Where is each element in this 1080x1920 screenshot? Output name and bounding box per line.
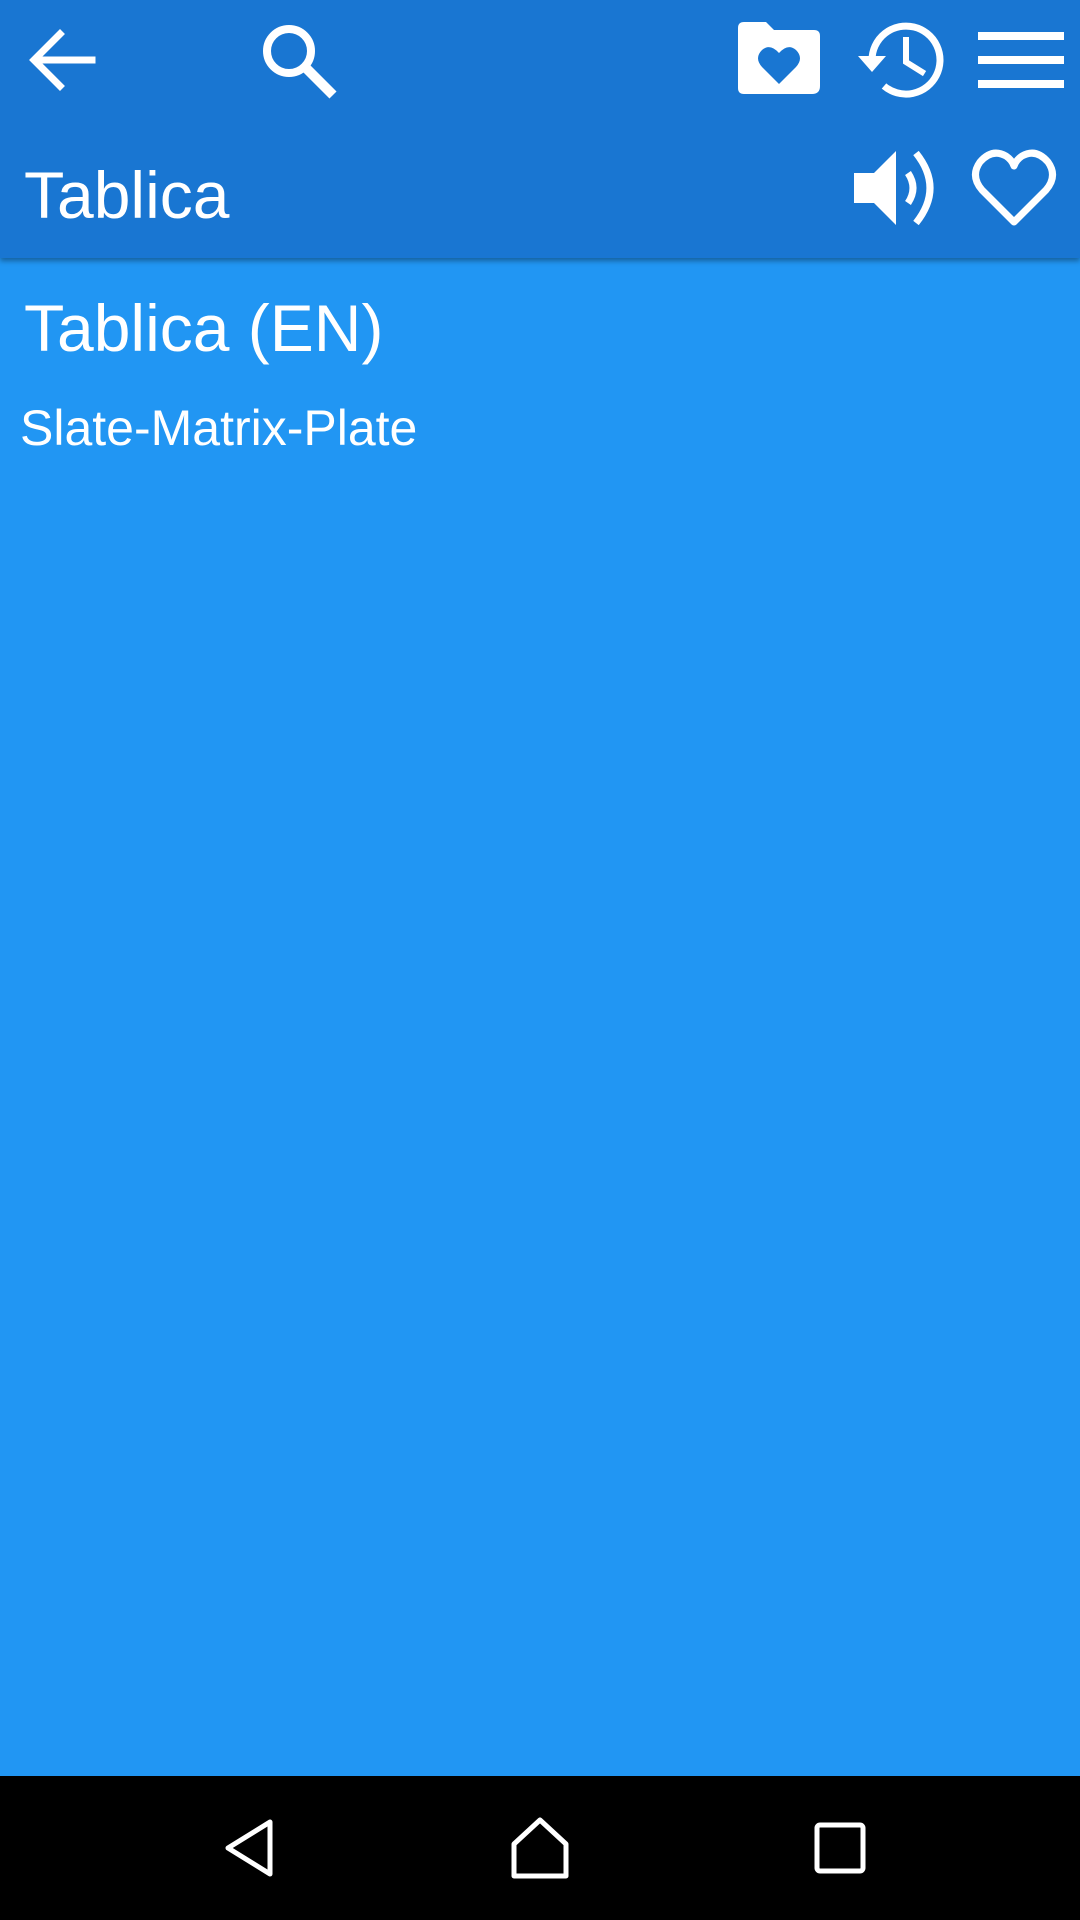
menu-icon — [978, 32, 1064, 88]
system-navigation-bar — [0, 1776, 1080, 1920]
square-recents-icon — [814, 1822, 866, 1874]
system-home-button[interactable] — [490, 1798, 590, 1898]
entry-heading: Tablica (EN) — [24, 291, 384, 365]
home-icon — [511, 1817, 569, 1879]
app-bar: Tablica — [0, 0, 1080, 258]
history-icon — [858, 22, 944, 98]
history-button[interactable] — [848, 12, 948, 108]
search-icon — [263, 25, 337, 99]
favorite-button[interactable] — [964, 140, 1064, 236]
menu-button[interactable] — [974, 12, 1068, 108]
speaker-icon — [854, 150, 934, 226]
folder-heart-icon — [738, 22, 820, 94]
entry-translation: Slate-Matrix-Plate — [20, 400, 418, 456]
search-button[interactable] — [250, 12, 346, 108]
heart-outline-icon — [972, 149, 1056, 226]
arrow-left-icon — [29, 29, 96, 91]
favorites-folder-button[interactable] — [730, 16, 826, 100]
back-button[interactable] — [14, 12, 110, 108]
word-title: Tablica — [24, 158, 230, 232]
entry-content: Tablica (EN) Slate-Matrix-Plate — [0, 258, 1080, 1776]
speak-button[interactable] — [846, 140, 946, 236]
triangle-back-icon — [225, 1819, 273, 1877]
system-recents-button[interactable] — [790, 1798, 890, 1898]
system-back-button[interactable] — [200, 1798, 300, 1898]
